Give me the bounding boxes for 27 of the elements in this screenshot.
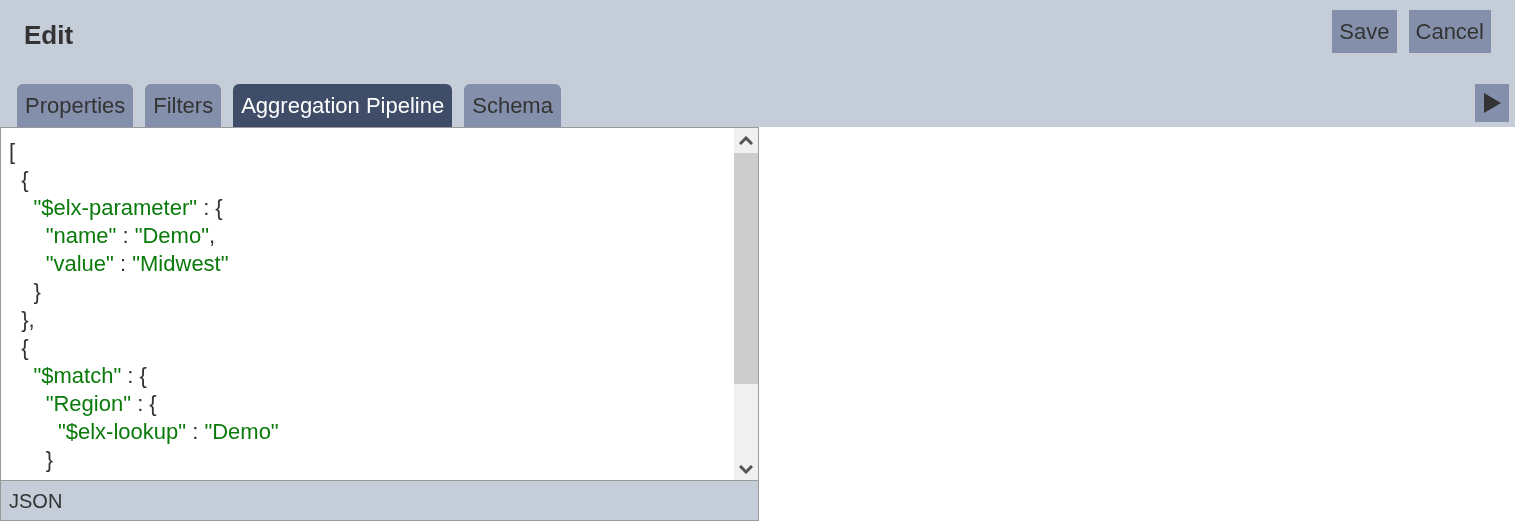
- code-line: [: [9, 138, 17, 166]
- save-button[interactable]: Save: [1332, 10, 1397, 53]
- code-line: "$match" : {: [32, 362, 148, 390]
- code-line: "$elx-lookup" : "Demo": [56, 418, 280, 446]
- code-editor[interactable]: [ { "$elx-parameter" : { "name" : "Demo", "value" : "Midwest" } }, { "$match" : { "Region" : { "$elx-lookup" : "Demo" }: [1, 128, 758, 480]
- tab[interactable]: Filters: [145, 84, 222, 127]
- code-line: "Region" : {: [44, 390, 158, 418]
- code-line: }: [32, 278, 42, 306]
- page-title: Edit: [24, 19, 74, 52]
- chevron-up-icon: [739, 136, 753, 145]
- code-line: {: [20, 334, 30, 362]
- play-button[interactable]: [1475, 84, 1509, 122]
- cancel-button[interactable]: Cancel: [1408, 10, 1491, 53]
- tab[interactable]: Schema: [464, 84, 561, 127]
- code-line: },: [20, 306, 36, 334]
- code-line: "$elx-parameter" : {: [32, 194, 224, 222]
- code-line: "name" : "Demo",: [44, 222, 217, 250]
- chevron-down-icon: [739, 465, 753, 474]
- code-line: {: [20, 166, 30, 194]
- play-icon: [1482, 92, 1502, 114]
- editor-mode-label: JSON: [9, 488, 63, 514]
- scrollbar-thumb[interactable]: [734, 153, 758, 384]
- code-line: }: [44, 446, 55, 474]
- scrollbar[interactable]: [734, 128, 758, 480]
- tab[interactable]: Aggregation Pipeline: [233, 84, 453, 127]
- tab[interactable]: Properties: [17, 84, 134, 127]
- code-line: "value" : "Midwest": [44, 250, 230, 278]
